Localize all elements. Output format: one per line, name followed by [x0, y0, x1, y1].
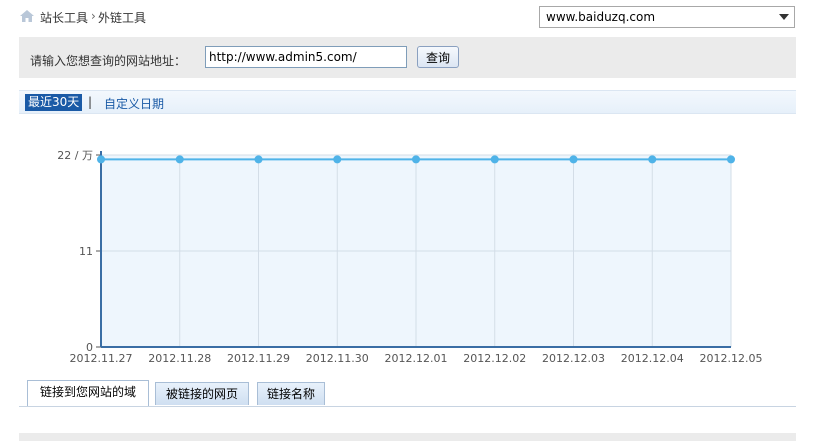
- x-tick-label: 2012.11.29: [227, 352, 290, 365]
- breadcrumb-home[interactable]: 站长工具: [40, 9, 88, 26]
- x-tick-label: 2012.12.04: [621, 352, 684, 365]
- range-separator: |: [88, 95, 93, 109]
- tab-link-names[interactable]: 链接名称: [257, 382, 325, 405]
- x-tick-label: 2012.11.27: [70, 352, 133, 365]
- site-dropdown-value: www.baiduzq.com: [546, 10, 656, 24]
- data-point: [727, 155, 735, 164]
- data-point: [490, 155, 499, 164]
- top-bar: 站长工具 › 外链工具 www.baiduzq.com: [0, 0, 819, 34]
- result-tabs: 链接到您网站的域 被链接的网页 链接名称: [19, 380, 796, 407]
- data-point: [648, 155, 657, 164]
- chevron-down-icon[interactable]: [779, 14, 789, 20]
- data-point: [412, 155, 420, 164]
- x-tick-label: 2012.12.03: [542, 352, 605, 365]
- query-label: 请输入您想查询的网站地址：: [30, 54, 187, 68]
- data-point: [175, 155, 184, 164]
- tab-linking-domains[interactable]: 链接到您网站的域: [27, 380, 149, 406]
- footer-strip: [19, 433, 796, 441]
- x-tick-label: 2012.11.28: [148, 352, 211, 365]
- x-tick-label: 2012.12.05: [700, 352, 763, 365]
- home-icon[interactable]: [20, 10, 34, 22]
- breadcrumb-separator: ›: [91, 9, 96, 23]
- data-point: [254, 155, 263, 164]
- tab-linked-pages[interactable]: 被链接的网页: [155, 382, 249, 405]
- query-bar: 请输入您想查询的网站地址： 查询: [19, 37, 796, 78]
- range-last-30-days[interactable]: 最近30天: [25, 94, 83, 111]
- x-tick-label: 2012.11.30: [306, 352, 369, 365]
- data-point: [333, 155, 342, 164]
- range-custom-date[interactable]: 自定义日期: [104, 95, 164, 112]
- breadcrumb-current[interactable]: 外链工具: [98, 9, 146, 26]
- site-dropdown[interactable]: www.baiduzq.com: [539, 6, 795, 28]
- data-point: [97, 155, 105, 164]
- data-point: [569, 155, 578, 164]
- backlink-chart: 01122 / 万2012.11.27 2012.11.28 2012.11.29 2…: [57, 149, 763, 365]
- url-input[interactable]: [205, 46, 407, 68]
- date-range-bar: 最近30天 | 自定义日期: [19, 90, 796, 114]
- query-button[interactable]: 查询: [417, 46, 459, 68]
- x-tick-label: 2012.12.02: [463, 352, 526, 365]
- x-tick-label: 2012.12.01: [385, 352, 448, 365]
- y-tick-label: 11: [79, 245, 93, 258]
- y-tick-label: 22 / 万: [57, 149, 93, 162]
